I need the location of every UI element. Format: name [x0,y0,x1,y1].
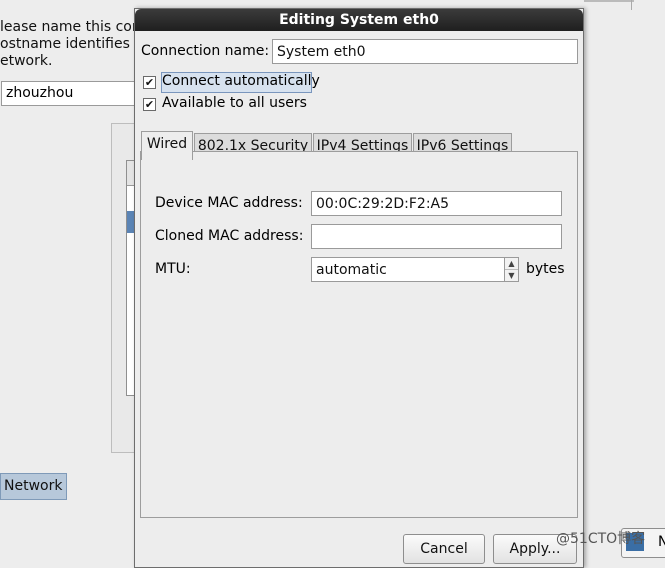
spin-up-icon[interactable]: ▲ [505,258,518,269]
mtu-spinner[interactable]: ▲ ▼ [505,257,519,282]
editing-connection-dialog: Editing System eth0 Connection name: ✔ C… [134,8,584,568]
configure-network-button[interactable]: Network [0,473,67,500]
watermark: @51CTO博客 [556,531,646,547]
connect-automatically-label[interactable]: Connect automatically [162,73,320,89]
tab-wired[interactable]: Wired [141,131,193,160]
connection-name-input[interactable] [272,39,578,64]
background-top-line [584,0,634,2]
hostname-intro-text: lease name this com ostname identifies t… [0,19,149,70]
dialog-title[interactable]: Editing System eth0 [135,9,583,31]
spin-down-icon[interactable]: ▼ [505,269,518,281]
mtu-unit-label: bytes [526,261,565,277]
cloned-mac-input[interactable] [311,224,562,249]
connect-automatically-checkbox[interactable]: ✔ [143,76,156,89]
device-mac-label: Device MAC address: [155,195,303,211]
intro-line: lease name this com [0,19,146,35]
intro-line: etwork. [0,53,53,69]
intro-line: ostname identifies th [0,36,149,52]
device-mac-input[interactable] [311,191,562,216]
background-right-line [631,0,632,10]
mtu-label: MTU: [155,261,191,277]
available-to-all-users-label[interactable]: Available to all users [162,95,307,111]
next-button-label: N [658,534,665,550]
connection-name-label: Connection name: [141,43,270,59]
cloned-mac-label: Cloned MAC address: [155,228,304,244]
cancel-button[interactable]: Cancel [403,534,485,564]
available-to-all-users-checkbox[interactable]: ✔ [143,98,156,111]
hostname-input[interactable]: zhouzhou [1,81,151,106]
mtu-input[interactable] [311,257,505,282]
